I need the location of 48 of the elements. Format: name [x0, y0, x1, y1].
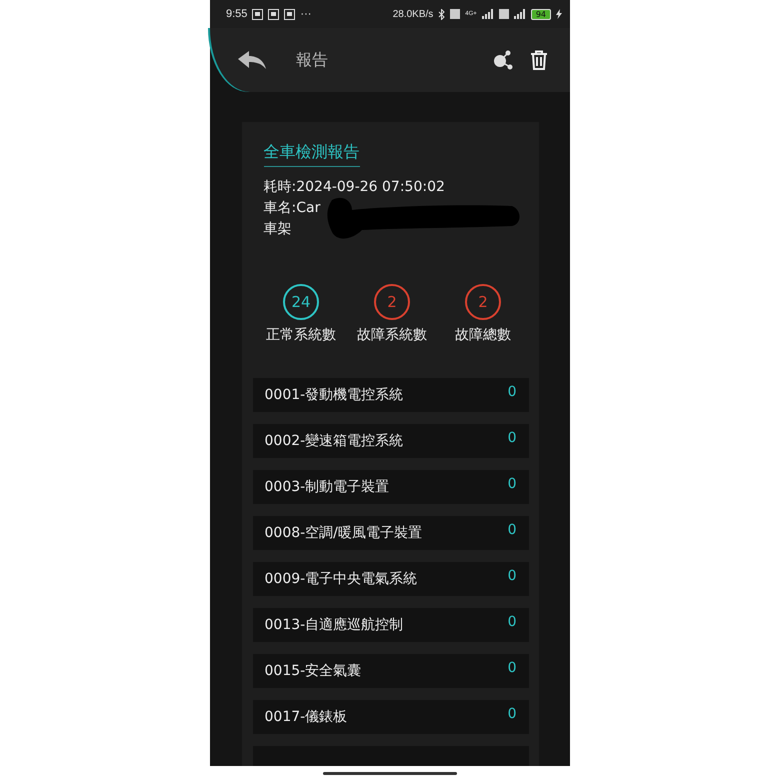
- charging-icon: [556, 9, 562, 19]
- more-indicator: ···: [300, 8, 312, 20]
- reply-arrow-icon: [238, 51, 266, 69]
- info-text: 車架: [264, 220, 292, 239]
- system-name: 0008-空調/暖風電子裝置: [264, 524, 422, 542]
- notification-icon: [252, 8, 264, 20]
- system-name: 0017-儀錶板: [264, 708, 348, 726]
- count-circle: 24: [283, 284, 319, 320]
- report-title: 全車檢測報告: [264, 142, 360, 167]
- fault-count: 0: [508, 706, 516, 722]
- system-row[interactable]: 0001-發動機電控系統 0: [252, 378, 528, 412]
- fault-count: 0: [508, 522, 516, 538]
- system-row[interactable]: 0013-自適應巡航控制 0: [252, 608, 528, 642]
- stat-label: 故障系統數: [357, 326, 427, 344]
- fault-count: 0: [508, 660, 516, 676]
- system-name: 0009-電子中央電氣系統: [264, 570, 418, 588]
- info-text: 耗時:2024-09-26 07:50:02: [264, 178, 445, 197]
- system-row[interactable]: 0003-制動電子裝置 0: [252, 470, 528, 504]
- signal-icon: [514, 9, 526, 19]
- status-time: 9:55: [226, 8, 248, 20]
- stat-label: 正常系統數: [266, 326, 336, 344]
- signal-icon: [482, 9, 494, 19]
- share-icon: [492, 49, 514, 71]
- stat-label: 故障總數: [455, 326, 511, 344]
- system-name: 0015-安全氣囊: [264, 662, 362, 680]
- system-name: 0001-發動機電控系統: [264, 386, 404, 404]
- count-circle: 2: [374, 284, 410, 320]
- network-speed: 28.0KB/s: [392, 8, 434, 20]
- page-title: 報告: [296, 50, 328, 70]
- fault-count: 0: [508, 568, 516, 584]
- fault-count: 0: [508, 384, 516, 400]
- system-name: 0013-自適應巡航控制: [264, 616, 404, 634]
- system-row[interactable]: 0009-電子中央電氣系統 0: [252, 562, 528, 596]
- fault-count: 0: [508, 476, 516, 492]
- system-name: 0003-制動電子裝置: [264, 478, 390, 496]
- system-row[interactable]: 0017-儀錶板 0: [252, 700, 528, 734]
- notification-icon: [284, 8, 296, 20]
- system-name: 0002-變速箱電控系統: [264, 432, 404, 450]
- fault-count: 0: [508, 614, 516, 630]
- count-circle: 2: [465, 284, 501, 320]
- trash-icon: [530, 50, 548, 70]
- system-row[interactable]: 0008-空調/暖風電子裝置 0: [252, 516, 528, 550]
- battery-indicator: 94: [530, 8, 551, 20]
- system-row[interactable]: 0002-變速箱電控系統 0: [252, 424, 528, 458]
- info-text: 車名:Car: [264, 199, 320, 218]
- system-row[interactable]: 0015-安全氣囊 0: [252, 654, 528, 688]
- fault-count: 0: [508, 430, 516, 446]
- bluetooth-icon: [438, 8, 446, 20]
